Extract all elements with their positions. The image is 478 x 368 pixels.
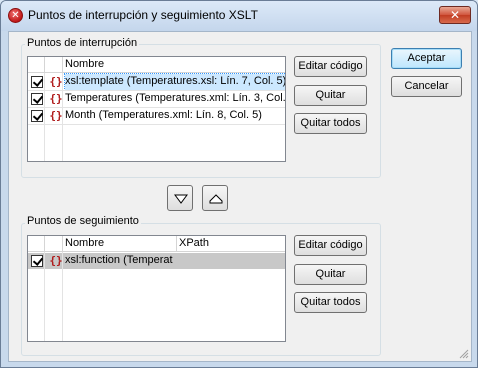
dialog-body: Puntos de interrupción Nombre {} xsl:tem… [8,31,472,362]
breakpoint-checkbox[interactable] [31,93,43,105]
tracepoint-edit-code-button[interactable]: Editar código [294,235,367,256]
move-down-button[interactable] [167,185,193,211]
xslt-app-icon: ✕ [8,8,23,23]
close-button[interactable]: ✕ [439,6,471,24]
window-title: Puntos de interrupción y seguimiento XSL… [28,8,258,22]
breakpoint-edit-code-button[interactable]: Editar código [294,56,367,77]
xml-element-icon: {} [49,92,63,105]
breakpoint-remove-all-button[interactable]: Quitar todos [294,113,367,134]
dialog-window: ✕ Puntos de interrupción y seguimiento X… [0,0,478,368]
breakpoint-remove-button[interactable]: Quitar [294,85,367,106]
tracepoint-remove-button[interactable]: Quitar [294,264,367,285]
breakpoints-group-label: Puntos de interrupción [25,37,140,49]
down-arrow-icon [174,194,188,204]
tracepoint-remove-all-button[interactable]: Quitar todos [294,292,367,313]
name-column-header[interactable]: Nombre [63,57,285,73]
up-arrow-icon [209,194,223,204]
breakpoint-label: Month (Temperatures.xml: Lín. 8, Col. 5) [65,109,262,121]
resize-grip-icon[interactable] [457,347,469,359]
checkbox-column-header[interactable] [28,236,45,252]
grid-divider [44,252,45,341]
move-up-button[interactable] [202,185,228,211]
tracepoint-label: xsl:function (Temperat [65,254,173,266]
grid-divider [62,252,63,341]
checkbox-column-header[interactable] [28,57,45,73]
row-divider [28,124,285,125]
xpath-column-header[interactable]: XPath [177,236,285,252]
breakpoints-list-header: Nombre [28,57,285,73]
breakpoint-checkbox[interactable] [31,76,43,88]
title-bar[interactable]: ✕ Puntos de interrupción y seguimiento X… [1,1,477,31]
tracepoints-list[interactable]: Nombre XPath {} xsl:function (Temperat [27,235,286,342]
breakpoint-row[interactable]: {} Temperatures (Temperatures.xml: Lín. … [28,91,285,107]
breakpoint-checkbox[interactable] [31,110,43,122]
xsl-template-icon: {} [49,75,63,88]
breakpoint-row[interactable]: {} xsl:template (Temperatures.xsl: Lín. … [28,73,285,91]
accept-button[interactable]: Aceptar [391,48,462,69]
breakpoints-list[interactable]: Nombre {} xsl:template (Temperatures.xsl… [27,56,286,162]
breakpoint-row[interactable]: {} Month (Temperatures.xml: Lín. 8, Col.… [28,108,285,124]
tracepoint-row[interactable]: {} xsl:function (Temperat [28,253,285,269]
cancel-button[interactable]: Cancelar [391,76,462,97]
icon-column-header[interactable] [45,236,63,252]
icon-column-header[interactable] [45,57,63,73]
tracepoint-checkbox[interactable] [31,255,43,267]
tracepoints-group-label: Puntos de seguimiento [25,215,141,227]
name-column-header[interactable]: Nombre [63,236,177,252]
breakpoint-label: xsl:template (Temperatures.xsl: Lín. 7, … [63,73,285,91]
tracepoints-list-header: Nombre XPath [28,236,285,252]
xml-element-icon: {} [49,109,63,122]
breakpoint-label: Temperatures (Temperatures.xml: Lín. 3, … [65,92,286,104]
